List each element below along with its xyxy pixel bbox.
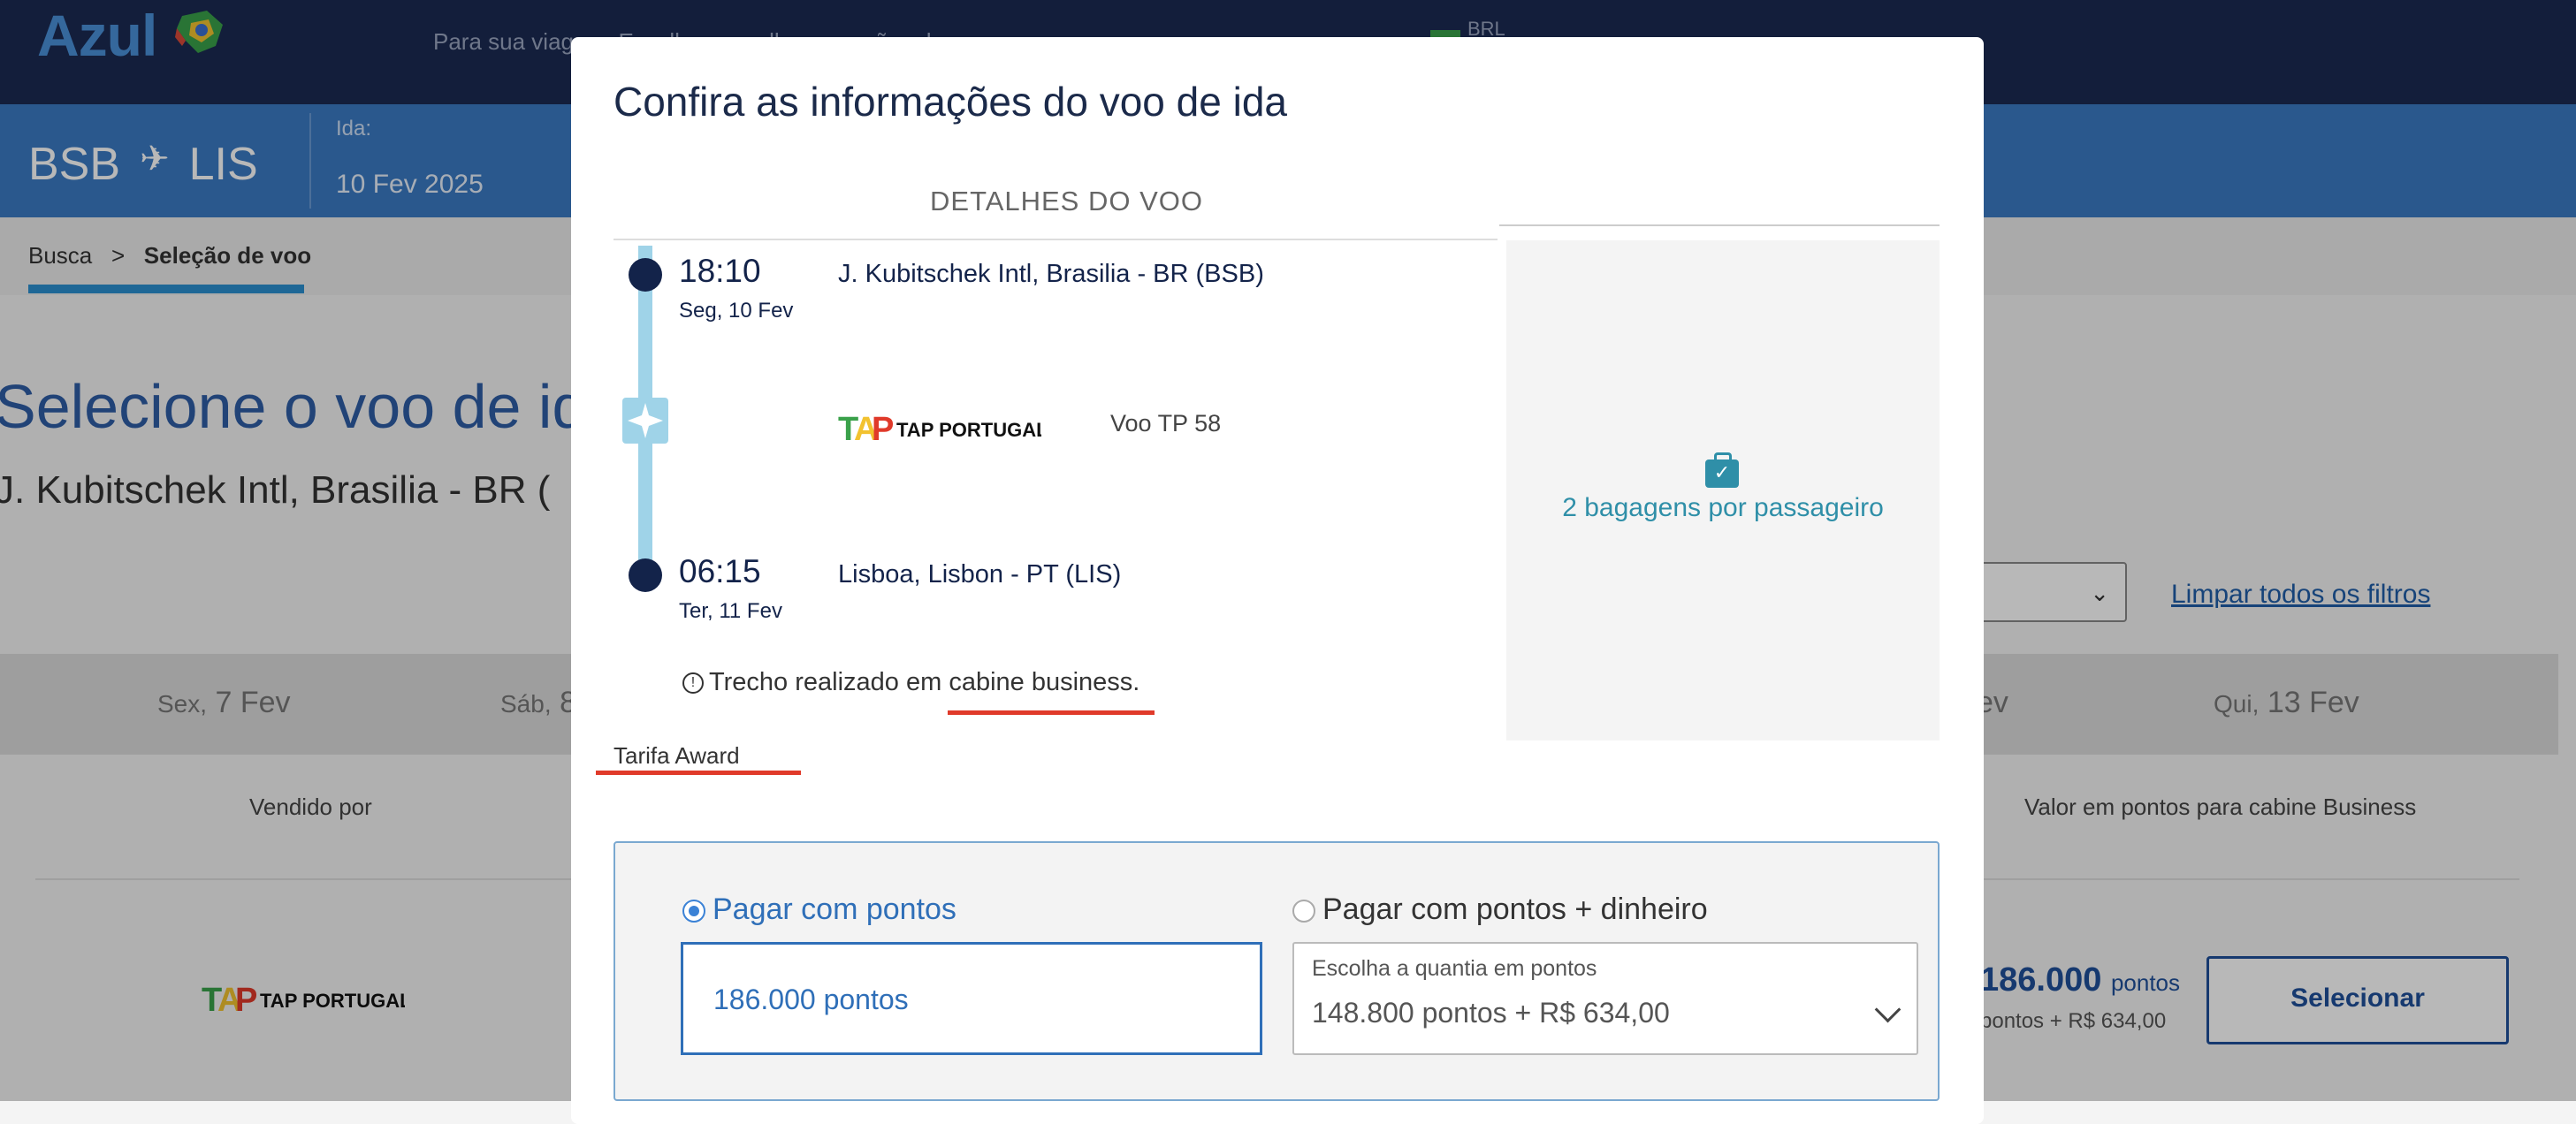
points-amount-label: Escolha a quantia em pontos [1312, 956, 1597, 981]
flight-details-modal: Confira as informações do voo de ida DET… [571, 37, 1984, 1124]
svg-text:P: P [872, 411, 894, 447]
option-pay-points-money-label[interactable]: Pagar com pontos + dinheiro [1322, 892, 1708, 927]
chevron-down-icon [1874, 996, 1902, 1023]
annotation-underline-fare [596, 771, 801, 775]
arrival-time: 06:15 [679, 553, 761, 589]
svg-text:TAP PORTUGAL: TAP PORTUGAL [896, 419, 1041, 441]
arrival-day: Ter, 11 Fev [679, 599, 782, 623]
radio-pay-points-money[interactable] [1292, 900, 1315, 923]
arrival-dot [629, 558, 662, 592]
points-amount-value: 148.800 pontos + R$ 634,00 [1312, 997, 1670, 1029]
tap-portugal-logo: T A P TAP PORTUGAL [838, 408, 1048, 452]
airplane-icon [622, 398, 668, 444]
departure-time: 18:10 [679, 253, 761, 289]
departure-day: Seg, 10 Fev [679, 299, 794, 323]
cabin-notice: ! Trecho realizado em cabine business. [682, 668, 1139, 697]
points-value: 186.000 pontos [713, 984, 909, 1015]
fare-name: Tarifa Award [614, 742, 740, 769]
annotation-underline-cabin [948, 710, 1155, 715]
baggage-panel: ✓ 2 bagagens por passageiro [1506, 240, 1940, 740]
option-pay-points-label[interactable]: Pagar com pontos [713, 892, 956, 927]
departure-airport: J. Kubitschek Intl, Brasilia - BR (BSB) [838, 260, 1264, 288]
flight-number: Voo TP 58 [1110, 410, 1222, 437]
baggage-allowance: 2 bagagens por passageiro [1562, 493, 1884, 522]
tab-divider [614, 239, 1498, 240]
tab-divider-right [1499, 224, 1940, 226]
arrival-airport: Lisboa, Lisbon - PT (LIS) [838, 560, 1122, 589]
payment-options: Pagar com pontos Pagar com pontos + dinh… [614, 841, 1940, 1101]
info-icon: ! [682, 672, 704, 694]
cabin-class: cabine business. [949, 668, 1140, 696]
tab-flight-details[interactable]: DETALHES DO VOO [930, 186, 1203, 217]
points-value-box[interactable]: 186.000 pontos [681, 942, 1262, 1055]
departure-dot [629, 258, 662, 292]
suitcase-icon: ✓ [1705, 452, 1739, 488]
points-amount-select[interactable]: Escolha a quantia em pontos 148.800 pont… [1292, 942, 1918, 1055]
radio-pay-points[interactable] [682, 900, 705, 923]
modal-title: Confira as informações do voo de ida [614, 79, 1287, 125]
